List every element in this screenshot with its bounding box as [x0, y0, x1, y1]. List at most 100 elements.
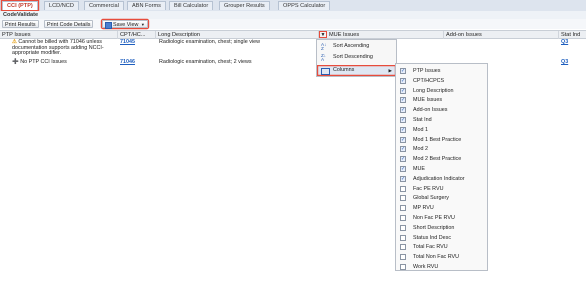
column-checkbox[interactable]: ✓ — [400, 117, 406, 123]
print-results-button[interactable]: Print Results — [2, 20, 39, 28]
column-checkbox[interactable] — [400, 215, 406, 221]
ptp-issue-cell: ➕ No PTP CCI Issues — [12, 59, 67, 66]
column-cpt-hcpcs[interactable]: CPT/HC... — [118, 31, 156, 39]
tab-bill-calculator[interactable]: Bill Calculator — [169, 1, 214, 10]
column-checkbox[interactable] — [400, 185, 406, 192]
column-option-label: MP RVU — [413, 205, 434, 212]
panel-title: CodeValidate — [0, 11, 586, 19]
column-option[interactable]: Work RVU — [396, 262, 487, 272]
chevron-right-icon: ▶ — [388, 68, 392, 73]
column-option[interactable]: MP RVU — [396, 203, 487, 213]
tab-lcd-ncd[interactable]: LCD/NCD — [44, 1, 79, 10]
column-option-label: Stat Ind — [413, 117, 432, 123]
column-option-label: Add-on Issues — [413, 107, 448, 114]
column-option-label: Mod 1 Best Practice — [413, 136, 462, 143]
column-option[interactable]: ✓ MUE Issues — [396, 95, 487, 105]
column-ptp-issues[interactable]: PTP Issues — [0, 31, 118, 39]
column-option[interactable]: Non Fac PE RVU — [396, 213, 487, 223]
column-option[interactable]: ✓ Add-on Issues — [396, 105, 487, 115]
column-option[interactable]: ✓ CPT/HCPCS — [396, 76, 487, 86]
column-checkbox[interactable]: ✓ — [400, 68, 406, 74]
sort-descending-icon: Z↓ A — [321, 53, 327, 62]
column-checkbox[interactable] — [400, 264, 406, 270]
ptp-issue-cell: ⚠ Cannot be billed with 71046 unless doc… — [12, 39, 116, 57]
column-option[interactable]: Status Ind Desc — [396, 233, 487, 243]
column-option-label: Adjudication Indicator — [413, 175, 465, 182]
column-checkbox[interactable]: ✓ — [400, 77, 406, 84]
columns-item[interactable]: Columns ▶ — [317, 65, 396, 76]
column-option-label: MUE Issues — [413, 97, 443, 104]
column-option[interactable]: Short Description — [396, 223, 487, 233]
sort-ascending-icon: A↓ Z — [321, 42, 327, 51]
stat-ind-link[interactable]: Q3 — [561, 39, 568, 46]
column-option[interactable]: Fac PE RVU — [396, 184, 487, 194]
column-option[interactable]: Total Non Fac RVU — [396, 252, 487, 262]
column-add-on-issues[interactable]: Add-on Issues — [444, 31, 559, 39]
column-checkbox[interactable]: ✓ — [400, 126, 406, 133]
column-option[interactable]: ✓ Mod 1 Best Practice — [396, 135, 487, 145]
column-option[interactable]: ✓ Mod 2 Best Practice — [396, 154, 487, 164]
column-option[interactable]: Total Fac RVU — [396, 242, 487, 252]
columns-icon — [321, 68, 330, 75]
save-view-button[interactable]: Save View ▼ — [102, 20, 148, 29]
long-description-cell: Radiologic examination, chest; single vi… — [159, 39, 260, 45]
column-checkbox[interactable]: ✓ — [400, 87, 406, 94]
column-checkbox[interactable] — [400, 254, 406, 261]
column-option-label: Total Non Fac RVU — [413, 254, 460, 261]
print-code-details-button[interactable]: Print Code Details — [44, 20, 94, 28]
column-menu-trigger[interactable]: ▼ — [319, 31, 327, 38]
column-option-label: Total Fac RVU — [413, 244, 448, 251]
column-option[interactable]: ✓ Mod 1 — [396, 125, 487, 135]
column-menu: A↓ Z Sort Ascending Z↓ A Sort Descending C… — [316, 39, 397, 77]
column-option[interactable]: ✓ MUE — [396, 164, 487, 174]
column-checkbox[interactable]: ✓ — [400, 146, 406, 153]
column-checkbox[interactable]: ✓ — [400, 97, 406, 104]
tab-cci-ptp[interactable]: CCI (PTP) — [2, 1, 38, 10]
chevron-down-icon: ▼ — [320, 32, 326, 38]
chevron-down-icon: ▼ — [140, 22, 145, 27]
column-option[interactable]: ✓ PTP Issues — [396, 66, 487, 76]
tab-abn-forms[interactable]: ABN Forms — [127, 1, 166, 10]
tab-opps-calculator[interactable]: OPPS Calculator — [278, 1, 331, 10]
column-checkbox[interactable]: ✓ — [400, 107, 406, 114]
column-checkbox[interactable]: ✓ — [400, 136, 406, 143]
column-option-label: Global Surgery — [413, 195, 449, 202]
column-option[interactable]: ✓ Mod 2 — [396, 144, 487, 154]
columns-label: Columns — [333, 67, 355, 73]
column-checkbox[interactable] — [400, 234, 406, 241]
column-checkbox[interactable]: ✓ — [400, 175, 406, 182]
sort-descending-item[interactable]: Z↓ A Sort Descending — [317, 52, 396, 63]
cpt-code-link[interactable]: 71045 — [120, 39, 135, 46]
column-mue-issues[interactable]: MUE Issues — [327, 31, 444, 39]
table-row[interactable]: ➕ No PTP CCI Issues 71046 Radiologic exa… — [0, 59, 586, 67]
long-description-cell: Radiologic examination, chest; 2 views — [159, 59, 252, 65]
column-option-label: Fac PE RVU — [413, 185, 444, 192]
column-checkbox[interactable] — [400, 195, 406, 202]
ptp-issue-text: Cannot be billed with 71046 unless docum… — [12, 39, 104, 57]
column-option[interactable]: ✓ Long Description — [396, 86, 487, 96]
table-row[interactable]: ⚠ Cannot be billed with 71046 unless doc… — [0, 39, 586, 60]
column-long-description[interactable]: Long Description — [156, 31, 319, 39]
sort-ascending-label: Sort Ascending — [333, 43, 370, 49]
tab-commercial[interactable]: Commercial — [84, 1, 124, 10]
save-view-label: Save View — [113, 22, 139, 28]
column-checkbox[interactable]: ✓ — [400, 156, 406, 163]
stat-ind-link[interactable]: Q3 — [561, 59, 568, 66]
columns-submenu: ✓ PTP Issues ✓ CPT/HCPCS ✓ Long Description ✓ M… — [395, 63, 488, 271]
tab-grouper-results[interactable]: Grouper Results — [219, 1, 270, 10]
column-option-label: CPT/HCPCS — [413, 77, 445, 84]
column-checkbox[interactable]: ✓ — [400, 166, 406, 172]
column-option-label: Mod 2 Best Practice — [413, 156, 462, 163]
column-checkbox[interactable] — [400, 224, 406, 231]
column-checkbox[interactable] — [400, 205, 406, 212]
column-option[interactable]: Global Surgery — [396, 193, 487, 203]
column-checkbox[interactable] — [400, 244, 406, 251]
column-stat-ind[interactable]: Stat Ind — [559, 31, 586, 39]
column-option[interactable]: ✓ Adjudication Indicator — [396, 174, 487, 184]
cpt-code-link[interactable]: 71046 — [120, 59, 135, 66]
save-icon — [105, 22, 112, 29]
ptp-issue-text: No PTP CCI Issues — [20, 59, 67, 65]
column-option[interactable]: ✓ Stat Ind — [396, 115, 487, 125]
column-option-label: Mod 1 — [413, 126, 428, 133]
sort-ascending-item[interactable]: A↓ Z Sort Ascending — [317, 41, 396, 52]
